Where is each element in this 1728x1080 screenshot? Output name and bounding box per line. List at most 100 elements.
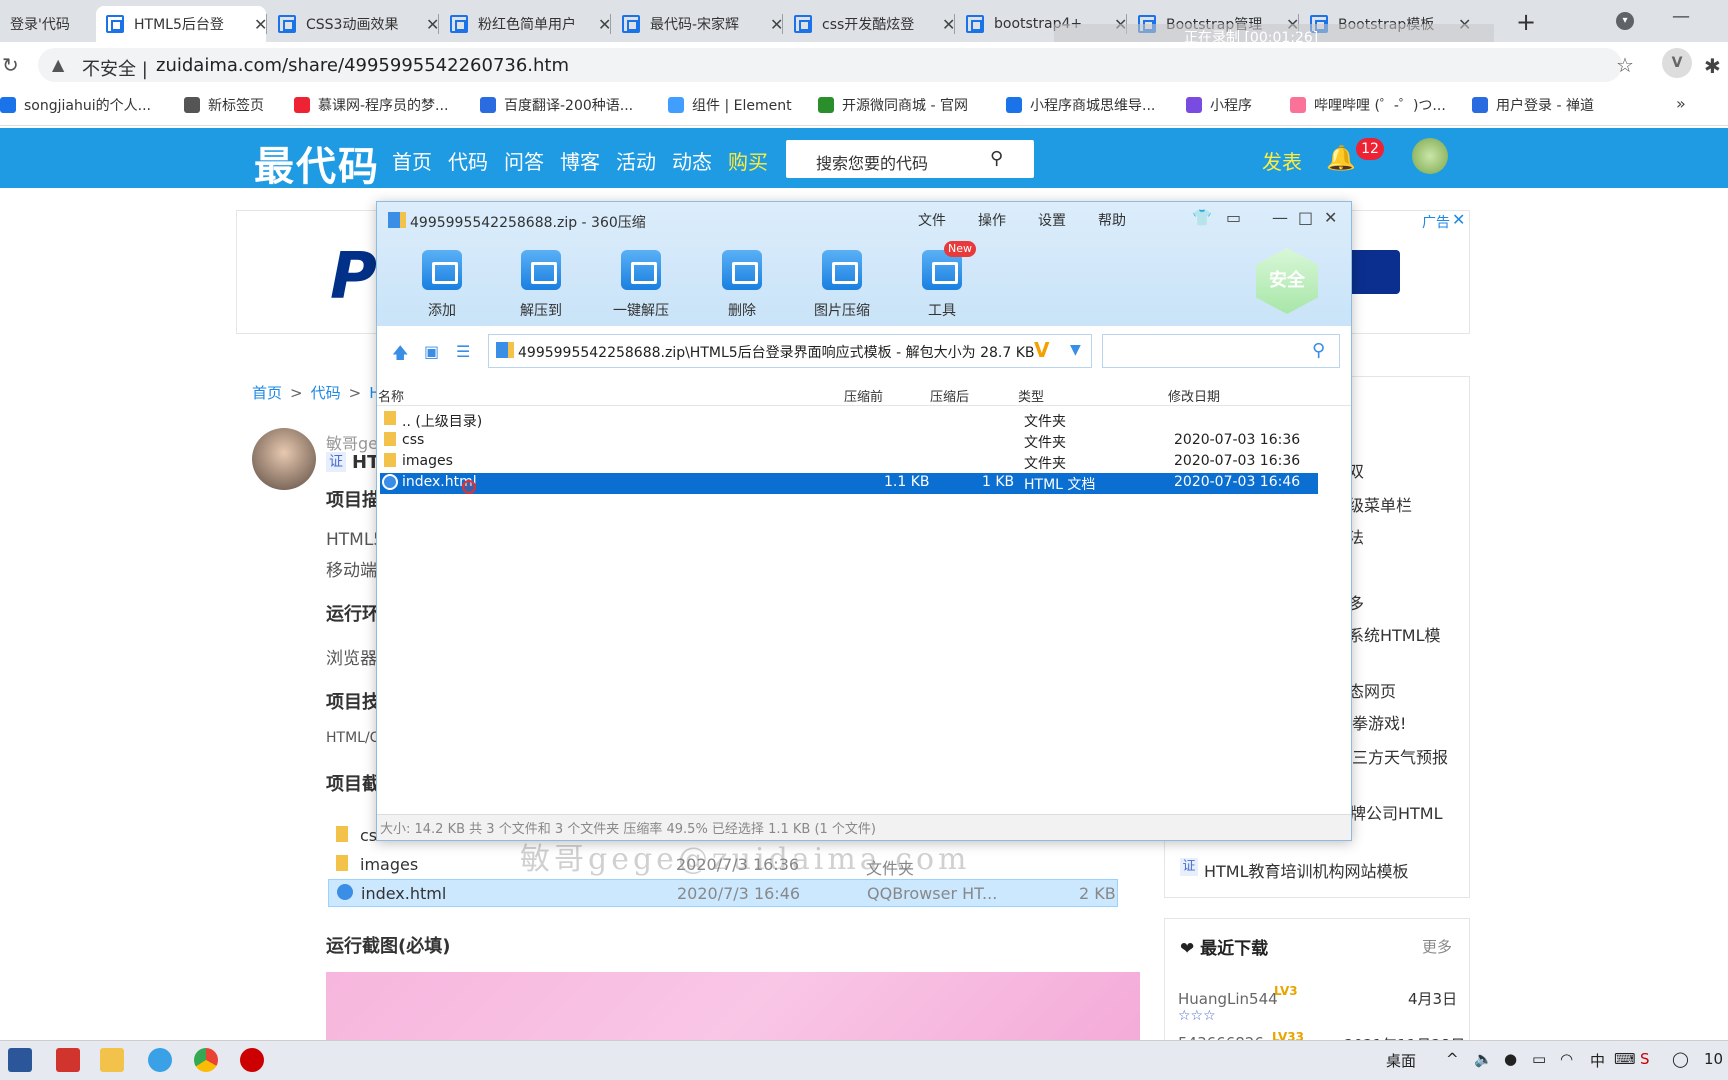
- bookmark-item[interactable]: 哔哩哔哩 (゜-゜)つ...: [1290, 95, 1446, 115]
- path-text[interactable]: 4995995542258688.zip\HTML5后台登录界面响应式模板 - …: [518, 342, 1034, 362]
- circle-icon[interactable]: ◯: [1672, 1050, 1689, 1068]
- bookmark-item[interactable]: 开源微同商城 - 官网: [818, 95, 968, 115]
- extensions-puzzle-icon[interactable]: ✱: [1704, 54, 1721, 78]
- close-icon[interactable]: ✕: [1324, 208, 1337, 227]
- bookmark-item[interactable]: songjiahui的个人...: [0, 95, 151, 115]
- search-icon[interactable]: ⚲: [1312, 340, 1325, 361]
- skin-icon[interactable]: 👕: [1192, 208, 1212, 227]
- nav-item[interactable]: 博客: [560, 146, 600, 175]
- tool-extract-to[interactable]: 解压到: [506, 250, 576, 320]
- bookmark-item[interactable]: 小程序: [1186, 95, 1252, 115]
- col-date[interactable]: 修改日期: [1168, 386, 1220, 405]
- site-logo[interactable]: 最代码: [254, 134, 380, 192]
- search-icon[interactable]: ⚲: [990, 148, 1003, 169]
- file-explorer-icon[interactable]: [100, 1048, 124, 1072]
- post-button[interactable]: 发表: [1262, 146, 1302, 175]
- battery-icon[interactable]: ▭: [1532, 1050, 1546, 1068]
- extension-v-icon[interactable]: V: [1662, 48, 1692, 78]
- tab-search-icon[interactable]: ▾: [1616, 12, 1634, 30]
- view-list-icon[interactable]: ☰: [456, 342, 470, 361]
- minimize-icon[interactable]: —: [1272, 208, 1288, 227]
- star-icon[interactable]: ☆: [1616, 53, 1634, 77]
- insecure-label[interactable]: 不安全 |: [82, 55, 148, 81]
- new-tab-button[interactable]: +: [1516, 8, 1536, 36]
- table-row[interactable]: css 文件夹 2020-07-03 16:36: [380, 431, 1318, 452]
- related-item[interactable]: 态网页: [1348, 678, 1396, 702]
- close-tab-icon[interactable]: ✕: [598, 15, 610, 34]
- col-name[interactable]: 名称: [378, 386, 404, 405]
- menu-operate[interactable]: 操作: [978, 210, 1006, 230]
- close-tab-icon[interactable]: ✕: [770, 15, 782, 34]
- col-after[interactable]: 压缩后: [930, 386, 969, 405]
- up-arrow-icon[interactable]: 🡅: [392, 342, 408, 369]
- user-avatar[interactable]: [1412, 138, 1448, 174]
- recorder-icon[interactable]: [240, 1048, 264, 1072]
- view-thumbnail-icon[interactable]: ▣: [424, 342, 439, 361]
- tool-add[interactable]: 添加: [407, 250, 477, 320]
- qq-icon[interactable]: ●: [1504, 1050, 1517, 1068]
- close-tab-icon[interactable]: ✕: [254, 15, 266, 34]
- table-row[interactable]: images 文件夹 2020-07-03 16:36: [380, 452, 1318, 473]
- sogou-s-icon[interactable]: S: [1640, 1050, 1650, 1068]
- v-logo-icon[interactable]: V: [1034, 338, 1049, 362]
- nav-item[interactable]: 动态: [672, 146, 712, 175]
- menu-settings[interactable]: 设置: [1038, 210, 1066, 230]
- ie-icon[interactable]: [148, 1048, 172, 1072]
- author-name[interactable]: 敏哥ge: [326, 430, 378, 454]
- tool-tools[interactable]: 工具: [907, 250, 977, 320]
- download-user[interactable]: HuangLin544: [1178, 990, 1278, 1008]
- related-item[interactable]: 级菜单栏: [1348, 492, 1412, 516]
- minimize-icon[interactable]: —: [1672, 6, 1690, 27]
- tool-one-click-extract[interactable]: 一键解压: [606, 250, 676, 320]
- wifi-icon[interactable]: ◠: [1560, 1050, 1573, 1068]
- bookmark-item[interactable]: 小程序商城思维导...: [1006, 95, 1155, 115]
- ime-indicator[interactable]: 中: [1590, 1050, 1605, 1071]
- menu-help[interactable]: 帮助: [1098, 210, 1126, 230]
- nav-item[interactable]: 问答: [504, 146, 544, 175]
- warning-icon[interactable]: ▲: [52, 55, 64, 74]
- bookmark-item[interactable]: 慕课网-程序员的梦...: [294, 95, 448, 115]
- maximize-icon[interactable]: □: [1298, 208, 1313, 227]
- tool-delete[interactable]: 删除: [707, 250, 777, 320]
- tab-item[interactable]: css开发酷炫登 ✕: [784, 6, 954, 42]
- bookmarks-overflow-icon[interactable]: »: [1676, 94, 1686, 113]
- author-avatar[interactable]: [252, 428, 316, 490]
- nav-item[interactable]: 首页: [392, 146, 432, 175]
- word-icon[interactable]: [8, 1048, 32, 1072]
- feedback-icon[interactable]: ▭: [1226, 208, 1241, 227]
- intellij-icon[interactable]: [56, 1048, 80, 1072]
- bell-icon[interactable]: 🔔: [1326, 144, 1356, 172]
- related-item[interactable]: HTML教育培训机构网站模板: [1204, 858, 1409, 882]
- tool-image-compress[interactable]: 图片压缩: [807, 250, 877, 320]
- nav-item[interactable]: 购买: [728, 146, 768, 175]
- tray-chevron-icon[interactable]: ^: [1446, 1050, 1459, 1068]
- related-item[interactable]: 牌公司HTML: [1350, 800, 1443, 824]
- breadcrumb-link[interactable]: 代码: [311, 384, 341, 402]
- bookmark-item[interactable]: 百度翻译-200种语...: [480, 95, 633, 115]
- keyboard-icon[interactable]: ⌨: [1614, 1050, 1636, 1068]
- ad-close-icon[interactable]: ✕: [1452, 210, 1465, 229]
- tab-item[interactable]: CSS3动画效果 ✕: [268, 6, 438, 42]
- related-item[interactable]: 三方天气预报: [1352, 744, 1448, 768]
- close-tab-icon[interactable]: ✕: [942, 15, 954, 34]
- volume-icon[interactable]: 🔈: [1474, 1050, 1493, 1068]
- zip-search-input[interactable]: [1102, 334, 1340, 368]
- url-text[interactable]: zuidaima.com/share/4995995542260736.htm: [156, 55, 569, 76]
- bookmark-item[interactable]: 新标签页: [184, 95, 264, 115]
- desktop-label[interactable]: 桌面: [1386, 1050, 1416, 1071]
- bookmark-item[interactable]: 组件 | Element: [668, 95, 792, 115]
- menu-file[interactable]: 文件: [918, 210, 946, 230]
- related-item[interactable]: 系统HTML模: [1348, 622, 1441, 646]
- nav-item[interactable]: 活动: [616, 146, 656, 175]
- tab-item[interactable]: 最代码-宋家辉 ✕: [612, 6, 782, 42]
- breadcrumb-link[interactable]: 首页: [252, 384, 282, 402]
- reload-icon[interactable]: ↻: [2, 53, 19, 77]
- col-before[interactable]: 压缩前: [844, 386, 883, 405]
- tab-item[interactable]: 登录'代码✕: [0, 6, 90, 42]
- chevron-down-icon[interactable]: ▼: [1070, 342, 1081, 358]
- nav-item[interactable]: 代码: [448, 146, 488, 175]
- chrome-icon[interactable]: [194, 1048, 218, 1072]
- col-type[interactable]: 类型: [1018, 386, 1044, 405]
- related-item[interactable]: 拳游戏!: [1352, 710, 1406, 734]
- close-tab-icon[interactable]: ✕: [426, 15, 438, 34]
